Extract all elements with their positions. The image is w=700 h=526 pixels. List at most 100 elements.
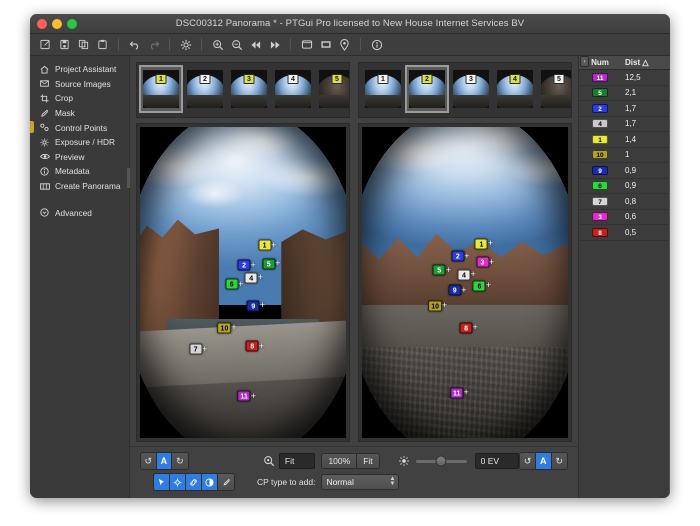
table-row[interactable]: 52,1 [579,86,669,102]
thumbnail-1[interactable]: 1 [361,65,405,113]
exposure-slider[interactable] [416,460,467,463]
table-row[interactable]: 60,9 [579,179,669,195]
table-row[interactable]: 1112,5 [579,70,669,86]
snap-tool-icon[interactable] [170,474,186,490]
editor-icon[interactable] [299,37,314,52]
zoom-fit-button[interactable]: Fit [356,453,379,469]
sidebar-item-crop[interactable]: Crop [30,91,129,106]
control-point-marker-5[interactable]: 5 [433,265,446,276]
control-point-marker-10[interactable]: 10 [428,300,442,311]
left-rotate-forward-button[interactable]: ↻ [172,453,187,469]
link-tool-icon[interactable] [186,474,202,490]
sidebar-item-project-assistant[interactable]: Project Assistant [30,62,129,77]
gear-icon[interactable] [178,37,193,52]
sidebar-item-control-points[interactable]: Control Points [30,120,129,135]
control-point-marker-10[interactable]: 10 [218,322,232,333]
left-thumbnail-strip[interactable]: 12345 [136,62,350,118]
control-point-marker-1[interactable]: 1 [258,240,271,251]
table-row[interactable]: 21,7 [579,101,669,117]
right-rotate-forward-button[interactable]: ↻ [552,453,567,469]
thumbnail-4[interactable]: 4 [271,65,315,113]
table-row[interactable]: 90,9 [579,163,669,179]
control-point-marker-9[interactable]: 9 [247,300,260,311]
mask-tool-icon[interactable] [218,474,234,490]
right-rotate-back-button[interactable]: ↺ [520,453,536,469]
cp-type-select[interactable]: Normal ▲▼ [321,474,399,490]
contrast-tool-icon[interactable] [202,474,218,490]
control-point-marker-5[interactable]: 5 [262,258,275,269]
control-point-marker-6[interactable]: 6 [473,280,486,291]
thumbnail-5[interactable]: 5 [315,65,350,113]
column-header-dist[interactable]: Dist △ [621,58,670,67]
thumbnail-2[interactable]: 2 [405,65,449,113]
next-point-icon[interactable] [267,37,282,52]
preview-icon[interactable] [318,37,333,52]
thumbnail-5[interactable]: 5 [537,65,572,113]
redo-icon[interactable] [146,37,161,52]
sidebar-item-create-panorama[interactable]: Create Panorama [30,179,129,194]
close-button[interactable] [37,19,47,29]
sidebar-item-exposure-hdr[interactable]: Exposure / HDR [30,135,129,150]
exposure-slider-knob[interactable] [436,456,447,467]
right-image-pane[interactable]: 12 345 6 9 10 8 11 [358,123,572,442]
control-point-marker-7[interactable]: 7 [189,344,202,355]
zoom-input[interactable]: Fit [279,453,316,469]
thumbnail-4[interactable]: 4 [493,65,537,113]
zoom-in-icon[interactable] [210,37,225,52]
save-project-icon[interactable] [57,37,72,52]
sidebar-item-metadata[interactable]: Metadata [30,164,129,179]
info-icon[interactable] [369,37,384,52]
prev-point-icon[interactable] [248,37,263,52]
sidebar-item-source-images[interactable]: Source Images [30,77,129,92]
sidebar-resize-grip[interactable] [127,168,130,188]
control-point-marker-11[interactable]: 11 [450,387,463,398]
chevron-right-icon[interactable]: › [580,56,589,67]
ev-input[interactable]: 0 EV [475,453,520,469]
thumbnail-3[interactable]: 3 [227,65,271,113]
edit-point-tool-icon[interactable] [154,474,170,490]
thumbnail-1[interactable]: 1 [139,65,183,113]
left-photo[interactable]: 125469 10 8 7 11 [140,127,346,438]
left-auto-button[interactable]: A [157,453,173,469]
thumbnail-3[interactable]: 3 [449,65,493,113]
paste-icon[interactable] [95,37,110,52]
control-point-marker-4[interactable]: 4 [245,272,258,283]
right-photo[interactable]: 12 345 6 9 10 8 11 [362,127,568,438]
control-point-marker-2[interactable]: 2 [238,260,251,271]
right-nav-segment[interactable]: ↺ A ↻ [519,452,568,470]
thumbnail-2[interactable]: 2 [183,65,227,113]
control-point-marker-8[interactable]: 8 [246,341,259,352]
control-point-marker-6[interactable]: 6 [225,279,238,290]
table-row[interactable]: 41,7 [579,117,669,133]
left-image-pane[interactable]: 125469 10 8 7 11 [136,123,350,442]
control-point-marker-8[interactable]: 8 [460,322,473,333]
sidebar-item-advanced[interactable]: Advanced [30,205,129,220]
table-row[interactable]: 11,4 [579,132,669,148]
minimize-button[interactable] [52,19,62,29]
control-point-marker-2[interactable]: 2 [451,251,464,262]
zoom-100-button[interactable]: 100% [321,453,356,469]
copy-icon[interactable] [76,37,91,52]
zoom-button[interactable] [67,19,77,29]
right-thumbnail-strip[interactable]: 12345 [358,62,572,118]
control-point-marker-11[interactable]: 11 [237,391,250,402]
zoom-out-icon[interactable] [229,37,244,52]
right-auto-button[interactable]: A [536,453,552,469]
sidebar-item-mask[interactable]: Mask [30,106,129,121]
left-nav-segment[interactable]: ↺ A ↻ [140,452,189,470]
control-point-marker-9[interactable]: 9 [448,285,461,296]
new-project-icon[interactable] [38,37,53,52]
left-rotate-back-button[interactable]: ↺ [141,453,157,469]
undo-icon[interactable] [127,37,142,52]
control-point-rows[interactable]: 1112,552,121,741,711,410190,960,970,830,… [579,70,670,498]
control-point-marker-1[interactable]: 1 [475,238,488,249]
table-row[interactable]: 101 [579,148,669,164]
table-row[interactable]: 70,8 [579,194,669,210]
control-point-marker-3[interactable]: 3 [476,257,489,268]
table-row[interactable]: 30,6 [579,210,669,226]
cp-tool-group[interactable] [153,473,235,491]
control-point-marker-4[interactable]: 4 [457,269,470,280]
sidebar-item-preview[interactable]: Preview [30,150,129,165]
zoom-preset-group[interactable]: 100% Fit [321,453,379,469]
marker-icon[interactable] [337,37,352,52]
